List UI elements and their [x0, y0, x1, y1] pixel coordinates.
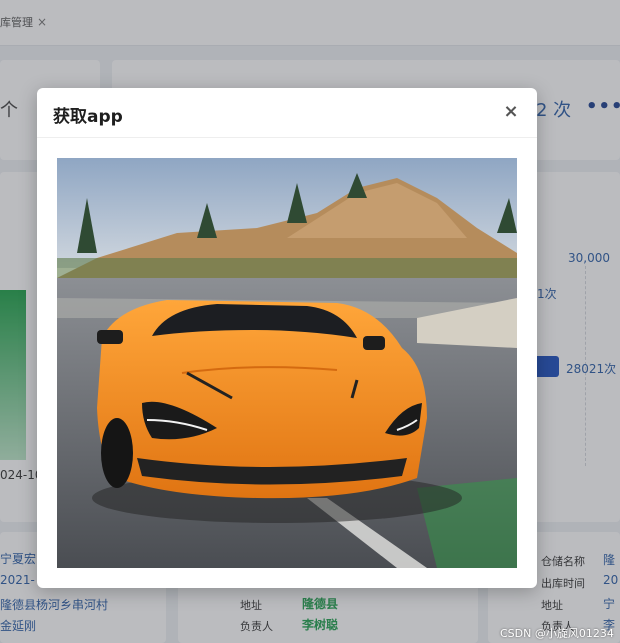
app-qr-image — [57, 158, 517, 568]
watermark: CSDN @小旋风01234 — [500, 627, 614, 640]
close-icon[interactable]: × — [501, 101, 521, 123]
get-app-modal: 获取app × — [37, 88, 537, 588]
modal-title: 获取app — [53, 107, 123, 127]
modal-header: 获取app × — [37, 88, 537, 138]
